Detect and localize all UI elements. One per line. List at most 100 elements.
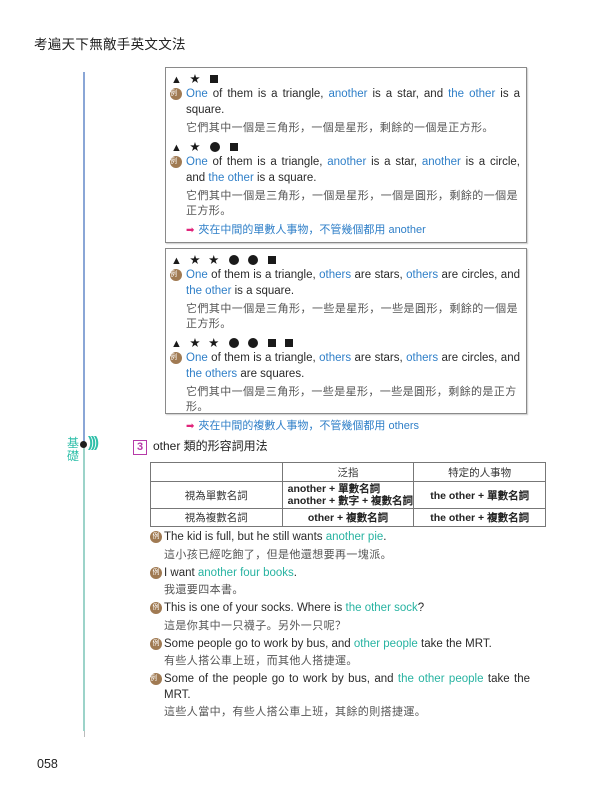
sentence-fragment: . <box>383 531 387 543</box>
shape-row: ▲ ★ <box>171 71 526 87</box>
arrow-right-icon: ➡ <box>186 421 195 432</box>
list-item: 例 This is one of your socks. Where is th… <box>150 601 540 634</box>
example-badge-icon: 例 <box>170 352 182 364</box>
sentence-fragment: This is one of your socks. Where is <box>164 602 346 614</box>
sentence-fragment: is a star, and <box>367 88 449 100</box>
sentence-text: The kid is full, but he still wants anot… <box>164 531 386 543</box>
star-icon: ★ <box>189 253 203 267</box>
table-row: 視為單數名詞 another + 單數名詞 another + 數字 + 複數名… <box>150 481 546 509</box>
sentence-text: One of them is a triangle, others are st… <box>186 269 520 297</box>
sentence-fragment: are stars, <box>351 269 407 281</box>
circle-icon <box>248 338 259 348</box>
sentence-fragment: Some people go to work by bus, and <box>164 637 354 650</box>
triangle-icon: ▲ <box>171 74 184 86</box>
table-row-label: 視為單數名詞 <box>150 481 283 509</box>
margin-line-tail <box>83 731 85 737</box>
highlighted-phrase: another four books <box>197 566 294 579</box>
highlighted-phrase: another <box>328 88 368 100</box>
example-sentence: 例 Some of the people go to work by bus, … <box>150 672 530 703</box>
usage-table: 泛指 特定的人事物 視為單數名詞 another + 單數名詞 another … <box>150 462 546 527</box>
plural-example-box: ▲ ★ ★ 例 One of them is a triangle, other… <box>165 248 527 432</box>
example-translation: 有些人搭公車上班，而其他人搭捷運。 <box>164 655 358 667</box>
square-icon <box>267 256 276 264</box>
triangle-icon: ▲ <box>171 142 184 154</box>
sentence-text: Some of the people go to work by bus, an… <box>164 673 530 701</box>
example-sentence: 例 I want another four books. <box>150 566 534 582</box>
sentence-fragment: is a square. <box>253 171 317 184</box>
shape-row: ▲ ★ ★ <box>171 252 526 268</box>
highlighted-phrase: the other <box>186 284 232 297</box>
table-header: 特定的人事物 <box>413 462 546 482</box>
circle-icon <box>210 142 221 152</box>
sentence-text: One of them is a triangle, another is a … <box>186 156 520 184</box>
circle-icon <box>228 255 239 265</box>
square-icon <box>267 339 276 347</box>
example-sentence: 例 One of them is a triangle, others are … <box>170 351 520 382</box>
sentence-fragment: take the MRT. <box>417 637 492 650</box>
example-badge-icon: 例 <box>170 269 182 281</box>
example-badge-icon: 例 <box>150 673 162 685</box>
list-item: 例 Some people go to work by bus, and oth… <box>150 637 540 670</box>
section-heading: 3 other 類的形容詞用法 <box>133 437 268 455</box>
highlighted-phrase: One <box>186 88 208 100</box>
triangle-icon: ▲ <box>171 255 184 267</box>
circle-icon <box>248 255 259 265</box>
highlighted-phrase: One <box>186 156 208 168</box>
sentence-fragment: of them is a triangle, <box>207 352 320 364</box>
sentence-fragment: The kid is full, but he still wants <box>164 531 326 543</box>
level-dot-icon <box>80 441 87 448</box>
table-header: 泛指 <box>281 462 415 482</box>
table-header-row: 泛指 特定的人事物 <box>150 462 546 482</box>
example-sentence: 例 One of them is a triangle, others are … <box>170 268 520 299</box>
table-cell: the other + 單數名詞 <box>413 481 546 509</box>
rule-note-text: 夾在中間的單數人事物，不管幾個都用 another <box>198 224 426 236</box>
example-translation: 這些人當中，有些人搭公車上班，其餘的則搭捷運。 <box>164 706 427 718</box>
list-item: 例 Some of the people go to work by bus, … <box>150 672 540 720</box>
sentence-fragment: . <box>293 566 297 579</box>
sentence-fragment: of them is a triangle, <box>207 88 329 100</box>
square-icon <box>229 143 238 151</box>
level-label-line2: 礎 <box>66 449 79 463</box>
example-sentence: 例 One of them is a triangle, another is … <box>170 87 520 118</box>
example-badge-icon: 例 <box>170 156 182 168</box>
singular-example-box: ▲ ★ 例 One of them is a triangle, another… <box>165 67 527 243</box>
sentence-fragment: Some of the people go to work by bus, an… <box>164 673 398 685</box>
highlighted-phrase: One <box>186 269 208 281</box>
sentence-text: One of them is a triangle, another is a … <box>186 88 520 116</box>
highlighted-phrase: One <box>186 352 208 364</box>
triangle-icon: ▲ <box>171 338 184 350</box>
sentence-fragment: is a square. <box>231 284 295 297</box>
sentence-text: Some people go to work by bus, and other… <box>164 638 492 650</box>
shape-row: ▲ ★ ★ <box>171 335 526 351</box>
sentence-fragment: of them is a triangle, <box>207 269 320 281</box>
table-row-label: 視為複數名詞 <box>150 508 283 527</box>
highlighted-phrase: others <box>319 269 352 281</box>
sentence-fragment: ? <box>417 602 425 614</box>
sentence-fragment: I want <box>164 566 198 579</box>
sentence-text: I want another four books. <box>164 567 297 579</box>
rule-note: ➡ 夾在中間的單數人事物，不管幾個都用 another <box>186 222 526 239</box>
page-number: 058 <box>37 757 58 771</box>
section-title: other 類的形容詞用法 <box>153 439 268 453</box>
highlighted-phrase: another <box>421 156 461 168</box>
highlighted-phrase: others <box>319 352 352 364</box>
shape-row: ▲ ★ <box>171 139 526 155</box>
example-badge-icon: 例 <box>170 88 182 100</box>
highlighted-phrase: the others <box>186 367 238 380</box>
example-sentence: 例 The kid is full, but he still wants an… <box>150 530 534 546</box>
star-icon: ★ <box>208 336 222 350</box>
table-cell-line: another + 數字 + 複數名詞 <box>287 495 414 507</box>
star-icon: ★ <box>189 336 203 350</box>
highlighted-phrase: another <box>327 156 367 168</box>
square-icon <box>210 75 219 83</box>
table-cell-line: another + 單數名詞 <box>287 483 381 495</box>
highlighted-phrase: others <box>406 269 439 281</box>
list-item: 例 The kid is full, but he still wants an… <box>150 530 540 563</box>
star-icon: ★ <box>189 72 203 86</box>
table-cell: other + 複數名詞 <box>281 508 415 527</box>
example-sentence: 例 Some people go to work by bus, and oth… <box>150 637 534 653</box>
table-cell: another + 單數名詞 another + 數字 + 複數名詞 <box>281 481 415 509</box>
rule-note: ➡ 夾在中間的複數人事物，不管幾個都用 others <box>186 418 526 435</box>
example-translation: 它們其中一個是三角形，一個是星形，一個是圓形，剩餘的一個是正方形。 <box>186 190 518 217</box>
level-label: 基 礎 <box>66 437 80 463</box>
